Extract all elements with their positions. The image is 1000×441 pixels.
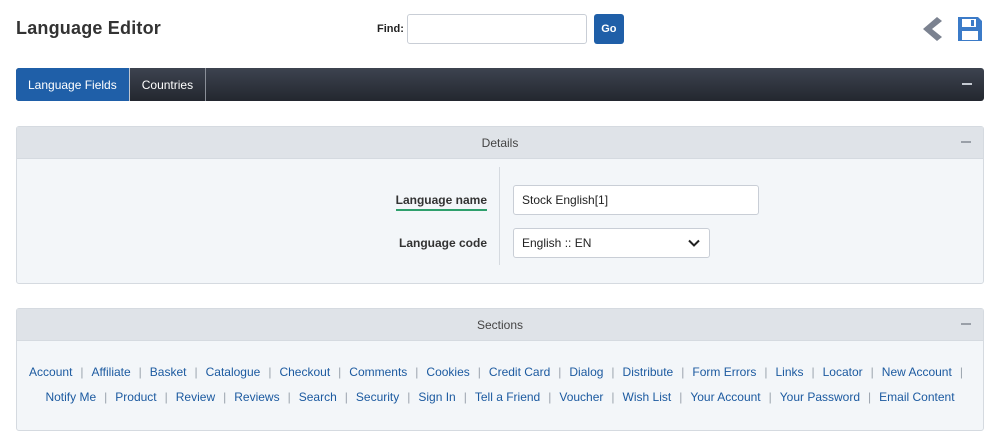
details-panel-title: Details xyxy=(481,135,519,150)
section-links-row: Account | Affiliate | Basket | Catalogue | Check… xyxy=(17,359,983,384)
link-separator: | xyxy=(548,389,552,404)
section-link[interactable]: Locator xyxy=(823,365,863,379)
section-link[interactable]: Notify Me xyxy=(45,390,96,404)
link-separator: | xyxy=(338,364,342,379)
link-separator: | xyxy=(959,364,963,379)
link-separator: | xyxy=(679,389,683,404)
section-link[interactable]: Sign In xyxy=(418,390,455,404)
language-code-label: Language code xyxy=(398,236,487,250)
section-link[interactable]: Email Content xyxy=(879,390,954,404)
section-link[interactable]: Your Password xyxy=(780,390,860,404)
link-separator: | xyxy=(344,389,348,404)
tab-bar: Language Fields Countries xyxy=(16,68,984,101)
section-link[interactable]: Review xyxy=(176,390,215,404)
section-link[interactable]: Dialog xyxy=(569,365,603,379)
link-separator: | xyxy=(477,364,481,379)
section-link[interactable]: Reviews xyxy=(234,390,279,404)
link-separator: | xyxy=(164,389,168,404)
link-separator: | xyxy=(764,364,768,379)
section-link[interactable]: Security xyxy=(356,390,399,404)
link-separator: | xyxy=(611,364,615,379)
link-separator: | xyxy=(868,389,872,404)
details-panel: Details Language name Language code Engl… xyxy=(16,126,984,284)
language-name-label: Language name xyxy=(395,193,487,211)
link-separator: | xyxy=(138,364,142,379)
collapse-minus-icon[interactable] xyxy=(961,323,971,325)
go-button[interactable]: Go xyxy=(593,14,624,44)
link-separator: | xyxy=(80,364,84,379)
sections-panel: Sections Account | Affiliate | Basket | Catalo… xyxy=(16,308,984,431)
language-code-value: English :: EN xyxy=(522,236,592,250)
link-separator: | xyxy=(223,389,227,404)
page-title: Language Editor xyxy=(16,18,162,38)
section-link[interactable]: Affiliate xyxy=(92,365,131,379)
tab-countries[interactable]: Countries xyxy=(130,68,207,101)
link-separator: | xyxy=(870,364,874,379)
collapse-minus-icon[interactable] xyxy=(961,141,971,143)
section-link[interactable]: Wish List xyxy=(623,390,672,404)
field-divider xyxy=(499,167,500,265)
link-separator: | xyxy=(104,389,108,404)
link-separator: | xyxy=(407,389,411,404)
section-link[interactable]: New Account xyxy=(882,365,952,379)
section-link[interactable]: Catalogue xyxy=(206,365,261,379)
link-separator: | xyxy=(287,389,291,404)
find-label: Find: xyxy=(377,23,404,35)
section-link[interactable]: Form Errors xyxy=(692,365,756,379)
collapse-minus-icon[interactable] xyxy=(962,83,972,85)
section-link[interactable]: Credit Card xyxy=(489,365,550,379)
link-separator: | xyxy=(194,364,198,379)
section-link[interactable]: Basket xyxy=(150,365,187,379)
find-input[interactable] xyxy=(406,14,587,44)
tab-language-fields[interactable]: Language Fields xyxy=(16,68,130,101)
link-separator: | xyxy=(768,389,772,404)
sections-panel-header[interactable]: Sections xyxy=(17,309,983,341)
section-link[interactable]: Checkout xyxy=(279,365,330,379)
chevron-down-icon xyxy=(688,239,700,247)
section-link[interactable]: Account xyxy=(29,365,72,379)
link-separator: | xyxy=(268,364,272,379)
link-separator: | xyxy=(811,364,815,379)
section-link[interactable]: Your Account xyxy=(690,390,760,404)
back-arrow-icon[interactable] xyxy=(920,15,944,43)
find-bar: Find: Go xyxy=(377,14,624,44)
section-link[interactable]: Search xyxy=(299,390,337,404)
link-separator: | xyxy=(611,389,615,404)
section-link[interactable]: Distribute xyxy=(623,365,674,379)
link-separator: | xyxy=(415,364,419,379)
link-separator: | xyxy=(558,364,562,379)
language-code-select[interactable]: English :: EN xyxy=(513,228,710,258)
link-separator: | xyxy=(681,364,685,379)
sections-panel-title: Sections xyxy=(476,317,524,332)
section-link[interactable]: Cookies xyxy=(426,365,469,379)
save-disk-icon[interactable] xyxy=(956,15,984,43)
link-separator: | xyxy=(463,389,467,404)
section-link[interactable]: Comments xyxy=(349,365,407,379)
details-panel-header[interactable]: Details xyxy=(17,127,983,159)
section-links-row: Notify Me | Product | Review | Reviews | Search |… xyxy=(17,384,983,409)
section-link[interactable]: Product xyxy=(115,390,156,404)
section-link[interactable]: Links xyxy=(775,365,803,379)
section-link[interactable]: Tell a Friend xyxy=(475,390,540,404)
section-link[interactable]: Voucher xyxy=(559,390,603,404)
language-name-input[interactable] xyxy=(513,185,759,215)
